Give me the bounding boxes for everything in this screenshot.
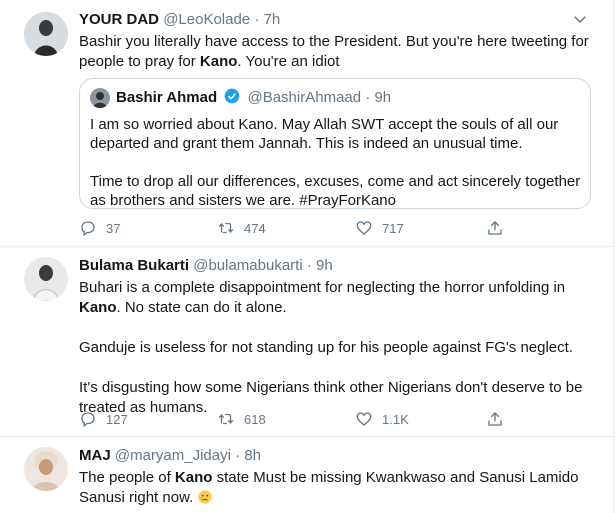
share-icon bbox=[488, 412, 502, 426]
tweet-header: MAJ @maryam_Jidayi · 8h bbox=[79, 447, 261, 464]
reply-button[interactable]: 127 bbox=[79, 409, 128, 429]
keyword: Kano bbox=[174, 469, 213, 486]
quote-text: I am so worried about Kano. May Allah SW… bbox=[90, 116, 581, 209]
quote-avatar bbox=[90, 88, 110, 108]
tweet-body: YOUR DAD @LeoKolade · 7h Bashir you lite… bbox=[79, 10, 589, 72]
tweet-body: Bulama Bukarti @bulamabukarti · 9h Buhar… bbox=[79, 256, 589, 418]
quote-author-name: Bashir Ahmad bbox=[116, 89, 218, 106]
reply-button[interactable]: 37 bbox=[79, 218, 120, 238]
share-icon bbox=[488, 221, 502, 235]
tweet-header: Bulama Bukarti @bulamabukarti · 9h bbox=[79, 257, 333, 274]
like-icon bbox=[356, 412, 372, 426]
like-button[interactable]: 1.1K bbox=[355, 409, 409, 429]
crying-emoji bbox=[198, 490, 213, 504]
keyword: Kano bbox=[79, 299, 117, 316]
quoted-tweet[interactable]: Bashir Ahmad @BashirAhmaad · 9h I am so … bbox=[79, 78, 591, 209]
timestamp[interactable]: 8h bbox=[244, 447, 261, 464]
timestamp[interactable]: 9h bbox=[316, 257, 333, 274]
author-handle[interactable]: @maryam_Jidayi bbox=[115, 447, 231, 464]
tweet-actions: 37 474 717 bbox=[79, 218, 509, 238]
tweet[interactable]: YOUR DAD @LeoKolade · 7h Bashir you lite… bbox=[0, 0, 614, 246]
author-handle[interactable]: @bulamabukarti bbox=[193, 257, 302, 274]
retweet-count: 474 bbox=[244, 220, 266, 236]
like-icon bbox=[356, 221, 372, 235]
tweet-body: MAJ @maryam_Jidayi · 8h The people of Ka… bbox=[79, 446, 589, 508]
retweet-button[interactable]: 474 bbox=[217, 218, 266, 238]
keyword: Kano bbox=[199, 53, 238, 70]
like-count: 717 bbox=[382, 220, 404, 236]
reply-count: 37 bbox=[106, 220, 121, 236]
avatar[interactable] bbox=[24, 257, 68, 301]
tweet[interactable]: Bulama Bukarti @bulamabukarti · 9h Buhar… bbox=[0, 246, 614, 436]
retweet-icon bbox=[218, 222, 234, 234]
avatar[interactable] bbox=[24, 12, 68, 56]
reply-icon bbox=[81, 412, 95, 428]
reply-icon bbox=[81, 221, 95, 237]
retweet-icon bbox=[218, 413, 234, 425]
author-name[interactable]: MAJ bbox=[79, 447, 111, 464]
quote-author-handle: @BashirAhmaad bbox=[247, 89, 362, 106]
retweet-count: 618 bbox=[244, 411, 266, 427]
verified-icon bbox=[224, 88, 240, 104]
tweet-text: Bashir you literally have access to the … bbox=[79, 33, 589, 70]
share-button[interactable] bbox=[486, 218, 504, 238]
quote-timestamp: 9h bbox=[374, 89, 392, 106]
share-button[interactable] bbox=[486, 409, 504, 429]
tweet-header: YOUR DAD @LeoKolade · 7h bbox=[79, 10, 589, 30]
separator: · bbox=[250, 11, 264, 28]
author-name[interactable]: YOUR DAD bbox=[79, 11, 159, 28]
avatar[interactable] bbox=[24, 447, 68, 491]
chevron-down-icon[interactable] bbox=[571, 10, 589, 28]
tweet-text: Buhari is a complete disappointment for … bbox=[79, 279, 583, 416]
quote-header: Bashir Ahmad @BashirAhmaad · 9h bbox=[116, 88, 392, 106]
timeline: YOUR DAD @LeoKolade · 7h Bashir you lite… bbox=[0, 0, 614, 513]
author-handle[interactable]: @LeoKolade bbox=[163, 11, 250, 28]
tweet[interactable]: MAJ @maryam_Jidayi · 8h The people of Ka… bbox=[0, 436, 614, 513]
like-count: 1.1K bbox=[382, 411, 409, 427]
author-name[interactable]: Bulama Bukarti bbox=[79, 257, 189, 274]
timestamp[interactable]: 7h bbox=[264, 11, 281, 28]
tweet-text: The people of Kano state Must be missing… bbox=[79, 469, 579, 506]
reply-count: 127 bbox=[106, 411, 128, 427]
tweet-actions: 127 618 1.1K bbox=[79, 409, 509, 429]
like-button[interactable]: 717 bbox=[355, 218, 404, 238]
retweet-button[interactable]: 618 bbox=[217, 409, 266, 429]
